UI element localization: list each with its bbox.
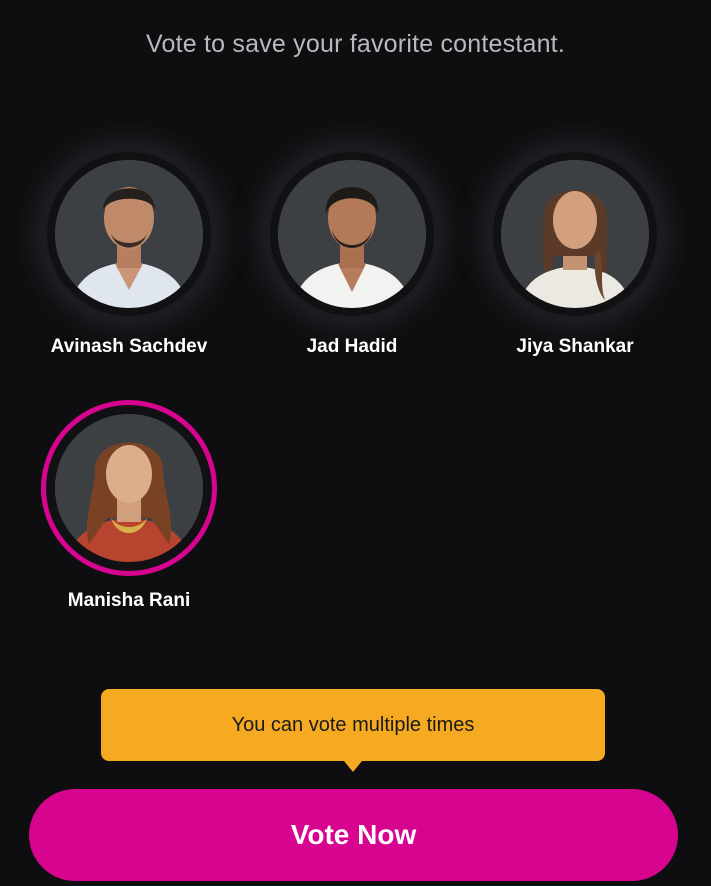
page-subtitle: Vote to save your favorite contestant.: [146, 30, 565, 58]
vote-now-button[interactable]: Vote Now: [29, 789, 678, 881]
tooltip-text: You can vote multiple times: [231, 713, 475, 736]
contestant-name: Manisha Rani: [67, 590, 191, 611]
tooltip-pointer: [344, 761, 362, 772]
contestant-name: Avinash Sachdev: [50, 336, 208, 357]
contestant-name: Jiya Shankar: [516, 336, 634, 357]
contestant-name: Jad Hadid: [306, 336, 398, 357]
avatar: [55, 160, 203, 308]
avatar-ring[interactable]: [264, 146, 440, 322]
vote-hint-tooltip: You can vote multiple times: [101, 689, 605, 761]
avatar: [55, 414, 203, 562]
contestant-card-jiya-shankar[interactable]: Jiya Shankar: [473, 146, 673, 366]
avatar-ring-selected[interactable]: [41, 400, 217, 576]
avatar-ring[interactable]: [487, 146, 663, 322]
avatar: [501, 160, 649, 308]
contestant-card-jad-hadid[interactable]: Jad Hadid: [250, 146, 450, 366]
contestant-card-avinash-sachdev[interactable]: Avinash Sachdev: [27, 146, 227, 366]
avatar-ring[interactable]: [41, 146, 217, 322]
contestant-card-manisha-rani[interactable]: Manisha Rani: [27, 400, 227, 620]
avatar: [278, 160, 426, 308]
